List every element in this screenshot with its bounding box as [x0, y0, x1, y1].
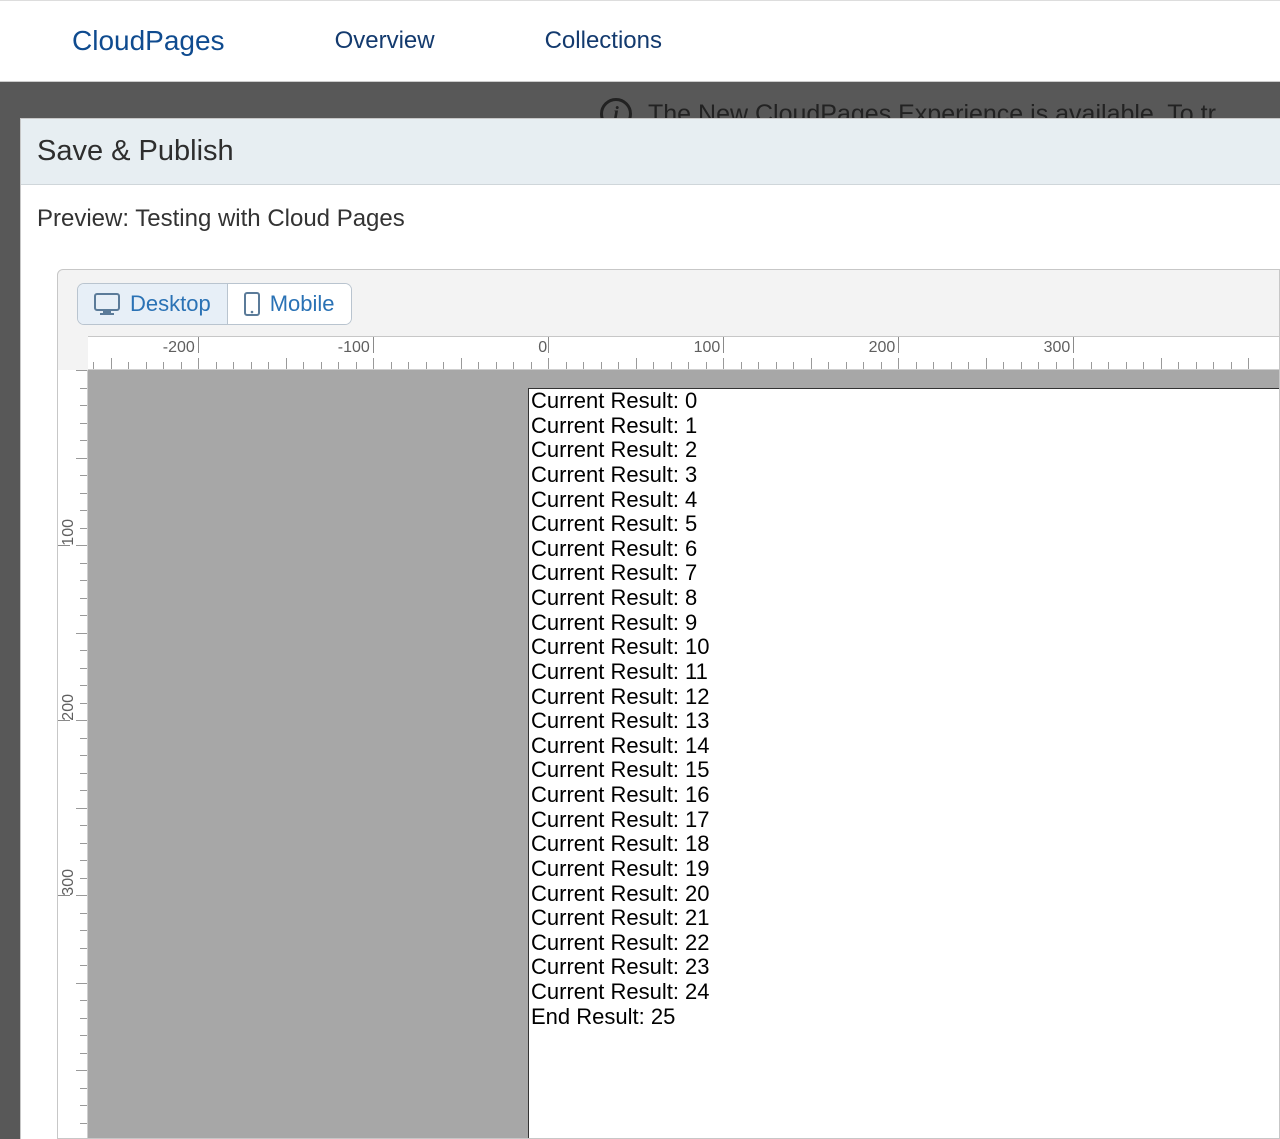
- output-line: Current Result: 1: [529, 414, 1280, 439]
- tab-mobile[interactable]: Mobile: [228, 284, 351, 324]
- nav-collections[interactable]: Collections: [545, 27, 662, 55]
- output-line: Current Result: 17: [529, 808, 1280, 833]
- output-line: Current Result: 18: [529, 832, 1280, 857]
- save-publish-modal: Save & Publish Preview: Testing with Clo…: [20, 118, 1280, 1139]
- output-line: Current Result: 19: [529, 857, 1280, 882]
- output-line: Current Result: 4: [529, 488, 1280, 513]
- modal-header: Save & Publish: [21, 119, 1280, 185]
- output-line: Current Result: 9: [529, 611, 1280, 636]
- ruler-h-label: 100: [694, 339, 721, 357]
- top-nav: CloudPages Overview Collections: [0, 0, 1280, 82]
- tab-mobile-label: Mobile: [270, 291, 335, 317]
- output-line: Current Result: 10: [529, 635, 1280, 660]
- page-content: Current Result: 0Current Result: 1Curren…: [528, 388, 1280, 1139]
- ruler-h-label: 200: [869, 339, 896, 357]
- preview-box: Desktop Mobile -200 -100 0 100 200 300 100 200…: [57, 269, 1280, 1139]
- ruler-h-label: -100: [338, 339, 370, 357]
- ruler-v-label: 300: [60, 869, 78, 896]
- output-line: Current Result: 15: [529, 758, 1280, 783]
- output-line: Current Result: 23: [529, 955, 1280, 980]
- modal-title: Save & Publish: [37, 135, 234, 168]
- ruler-v-label: 100: [60, 519, 78, 546]
- output-line: Current Result: 13: [529, 709, 1280, 734]
- output-line: Current Result: 16: [529, 783, 1280, 808]
- ruler-h-label: 300: [1044, 339, 1071, 357]
- preview-canvas[interactable]: Current Result: 0Current Result: 1Curren…: [88, 370, 1279, 1138]
- output-line: Current Result: 5: [529, 512, 1280, 537]
- device-tabs: Desktop Mobile: [78, 284, 351, 324]
- output-line: Current Result: 7: [529, 561, 1280, 586]
- tab-desktop[interactable]: Desktop: [78, 284, 228, 324]
- output-line: Current Result: 14: [529, 734, 1280, 759]
- ruler-vertical: 100 200 300: [58, 370, 88, 1138]
- mobile-icon: [244, 292, 260, 316]
- output-line: Current Result: 24: [529, 980, 1280, 1005]
- ruler-horizontal: -200 -100 0 100 200 300: [88, 336, 1279, 370]
- output-line: Current Result: 0: [529, 389, 1280, 414]
- output-line: Current Result: 6: [529, 537, 1280, 562]
- preview-label: Preview: Testing with Cloud Pages: [21, 185, 1280, 233]
- output-line: Current Result: 3: [529, 463, 1280, 488]
- brand-title[interactable]: CloudPages: [72, 25, 225, 57]
- output-line: Current Result: 22: [529, 931, 1280, 956]
- nav-overview[interactable]: Overview: [335, 27, 435, 55]
- desktop-icon: [94, 293, 120, 315]
- tab-desktop-label: Desktop: [130, 291, 211, 317]
- output-line: Current Result: 2: [529, 438, 1280, 463]
- output-line: Current Result: 20: [529, 882, 1280, 907]
- output-line: Current Result: 11: [529, 660, 1280, 685]
- ruler-v-label: 200: [60, 694, 78, 721]
- output-line: Current Result: 21: [529, 906, 1280, 931]
- ruler-h-label: -200: [163, 339, 195, 357]
- output-line: Current Result: 12: [529, 685, 1280, 710]
- output-line: Current Result: 8: [529, 586, 1280, 611]
- output-end-line: End Result: 25: [529, 1005, 1280, 1030]
- ruler-h-label: 0: [538, 339, 547, 357]
